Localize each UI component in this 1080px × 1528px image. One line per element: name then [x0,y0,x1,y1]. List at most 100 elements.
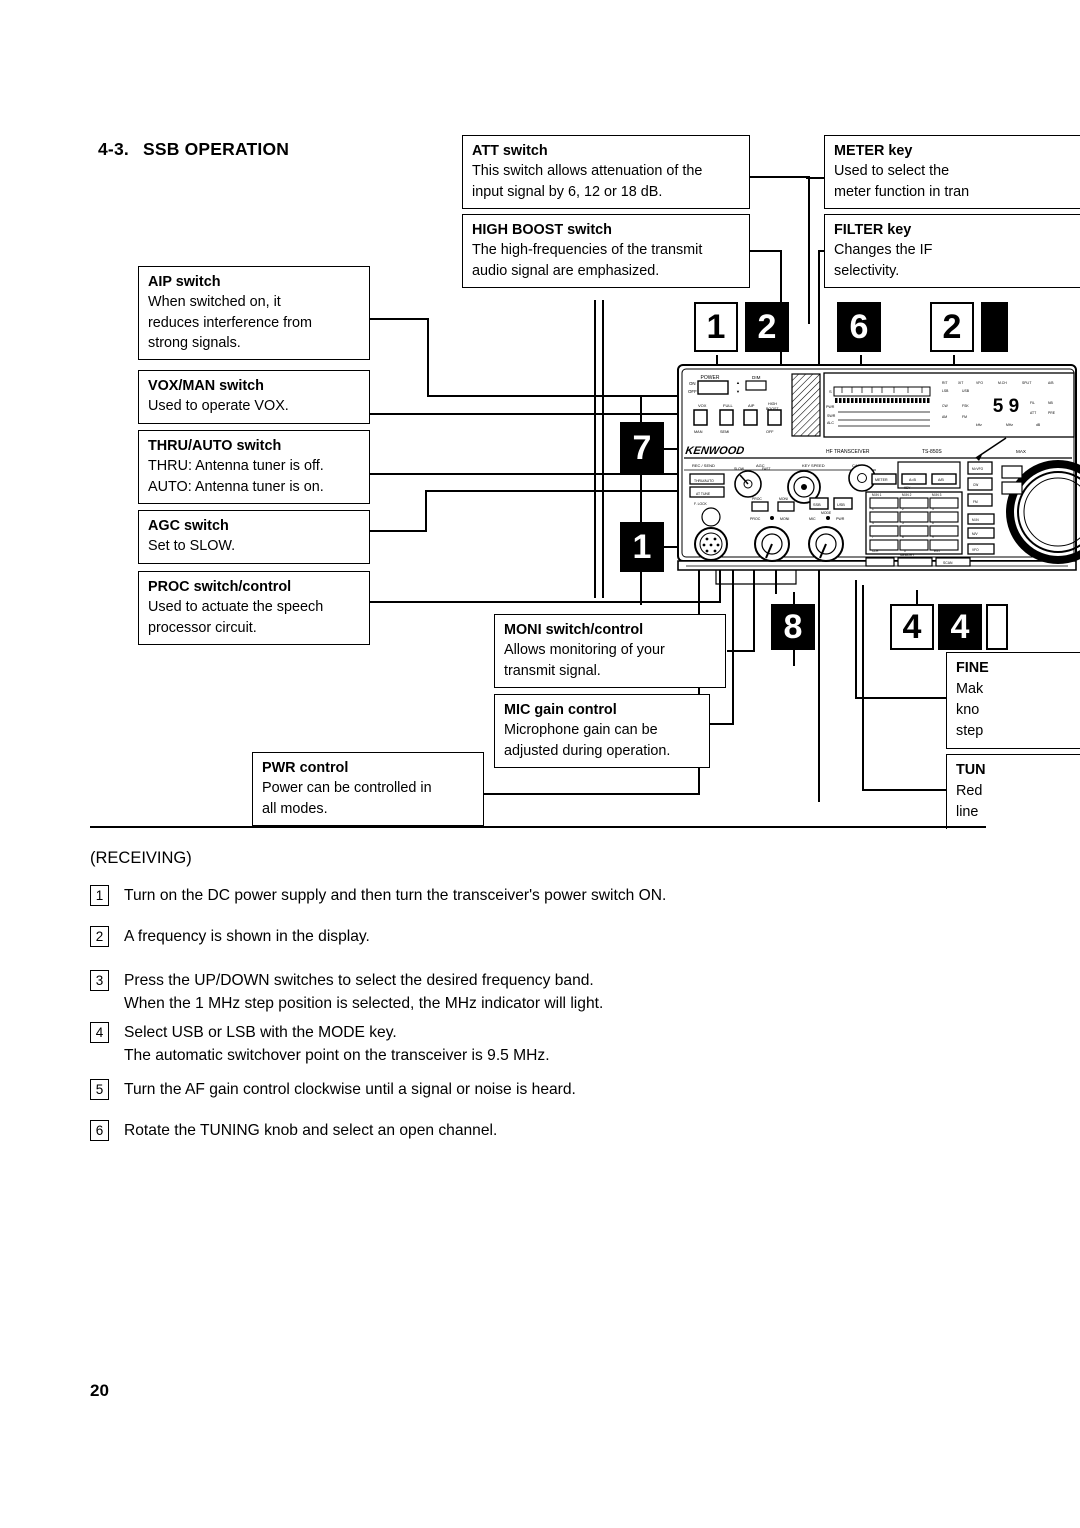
callout-body: Used to actuate the speech processor cir… [148,597,361,638]
svg-text:9: 9 [932,535,934,539]
callout-body: Used to select the meter function in tra… [834,161,1072,202]
badge-1-second: 1 [620,522,664,572]
callout-title: VOX/MAN switch [148,378,264,394]
svg-text:MODE: MODE [821,511,832,515]
step-text: Rotate the TUNING knob and select an ope… [124,1120,497,1143]
callout-title: HIGH BOOST switch [472,222,612,238]
section-divider [90,826,986,829]
callout-line: line [956,803,979,820]
svg-text:METER: METER [875,478,888,482]
svg-text:PRE: PRE [1048,411,1056,415]
callout-line: meter function in tran [834,183,970,200]
svg-text:MHz: MHz [1006,423,1013,427]
step-line: Select USB or LSB with the MODE key. [124,1024,397,1041]
svg-text:ATT: ATT [1030,411,1036,415]
svg-text:ENT: ENT [934,549,940,553]
callout-line: Used to select the [834,163,950,180]
svg-text:CW: CW [973,483,978,487]
callout-line: Changes the IF [834,242,933,259]
svg-text:5: 5 [902,521,904,525]
callout-aip-switch: AIP switch When switched on, it reduces … [138,266,370,361]
svg-text:KEY: KEY [904,486,911,490]
leader-line-agc-v [425,490,427,532]
svg-text:MAN: MAN [694,430,703,434]
leader-line-voxman [369,413,699,415]
svg-text:▼: ▼ [736,389,740,394]
badge-edge-top [981,302,1008,352]
svg-text:USB: USB [837,503,845,507]
callout-line: selectivity. [834,262,900,279]
callout-body: THRU: Antenna tuner is off. AUTO: Antenn… [148,456,361,497]
callout-title: MIC gain control [504,702,617,718]
callout-body: The high-frequencies of the transmit aud… [472,240,741,281]
section-number: 4-3. [98,139,129,159]
badge-edge-bottom [986,604,1008,650]
leader-line-fine [855,697,947,699]
step-text: Turn on the DC power supply and then tur… [124,885,666,908]
svg-text:SLOW: SLOW [734,467,745,471]
svg-text:NB: NB [1048,401,1053,405]
leader-line-att [748,176,810,178]
badge-8: 8 [771,604,815,650]
step-number: 3 [90,970,109,991]
svg-text:SCAN: SCAN [943,561,953,565]
callout-line: When switched on, it [148,294,281,311]
leader-line-highboost [748,250,782,252]
leader-line-drop-5 [594,300,596,598]
callout-body: Mak kno step [956,679,1072,742]
step-2: 2 A frequency is shown in the display. [90,926,370,949]
leader-line-agc-h2 [425,490,690,492]
step-text: Press the UP/DOWN switches to select the… [124,970,603,1015]
callout-mic-gain-control: MIC gain control Microphone gain can be … [494,694,710,768]
svg-text:M.IN: M.IN [972,518,979,522]
callout-body: When switched on, it reduces interferenc… [148,292,361,353]
callout-title: ATT switch [472,143,548,159]
callout-body: Red line [956,781,1072,823]
step-number: 1 [90,885,109,906]
step-1: 1 Turn on the DC power supply and then t… [90,885,666,908]
leader-line-tuning [862,789,948,791]
svg-text:7: 7 [872,535,874,539]
svg-text:kHz: kHz [976,423,982,427]
page-title: 4-3. SSB OPERATION [98,139,289,160]
leader-line-pwr [484,793,700,795]
svg-text:PWR: PWR [836,517,845,521]
svg-text:M.IN 1: M.IN 1 [872,493,882,497]
svg-text:PROC: PROC [752,497,762,501]
svg-text:F. LOCK: F. LOCK [694,502,708,506]
callout-line: input signal by 6, 12 or 18 dB. [472,183,663,200]
step-3: 3 Press the UP/DOWN switches to select t… [90,970,603,1015]
svg-text:THRU/AUTO: THRU/AUTO [694,479,714,483]
svg-text:MONI: MONI [779,497,788,501]
step-5: 5 Turn the AF gain control clockwise unt… [90,1079,576,1102]
callout-body: Power can be controlled in all modes. [262,778,475,819]
callout-line: transmit signal. [504,662,601,679]
svg-text:KENWOOD: KENWOOD [685,445,745,457]
svg-text:FM: FM [962,415,967,419]
badge-7: 7 [620,422,664,474]
callout-body: Set to SLOW. [148,536,361,556]
callout-body: Microphone gain can be adjusted during o… [504,720,701,761]
callout-att-switch: ATT switch This switch allows attenuatio… [462,135,750,209]
svg-text:M.IN 3: M.IN 3 [932,493,942,497]
callout-line: THRU: Antenna tuner is off. [148,458,324,475]
callout-title: PWR control [262,760,349,776]
callout-line: adjusted during operation. [504,742,671,759]
callout-moni-switch: MONI switch/control Allows monitoring of… [494,614,726,688]
step-line: When the 1 MHz step position is selected… [124,994,604,1012]
callout-pwr-control: PWR control Power can be controlled in a… [252,752,484,826]
manual-page: 4-3. SSB OPERATION POWER ON OFF ▲ ▼ DIM … [0,0,1080,1528]
svg-text:ON: ON [689,381,696,386]
badge-2-second: 2 [930,302,974,352]
callout-line: all modes. [262,800,328,817]
badge-6: 6 [837,302,881,352]
step-4: 4 Select USB or LSB with the MODE key. T… [90,1022,550,1067]
svg-text:ΜΑΧ: ΜΑΧ [1016,449,1026,454]
svg-text:AM: AM [942,415,947,419]
svg-text:AIP: AIP [748,403,755,408]
svg-text:M.CH: M.CH [998,381,1007,385]
callout-line: Set to SLOW. [148,538,236,555]
callout-line: strong signals. [148,334,241,351]
leader-line-drop-2 [818,566,820,802]
svg-text:SSB: SSB [813,503,821,507]
